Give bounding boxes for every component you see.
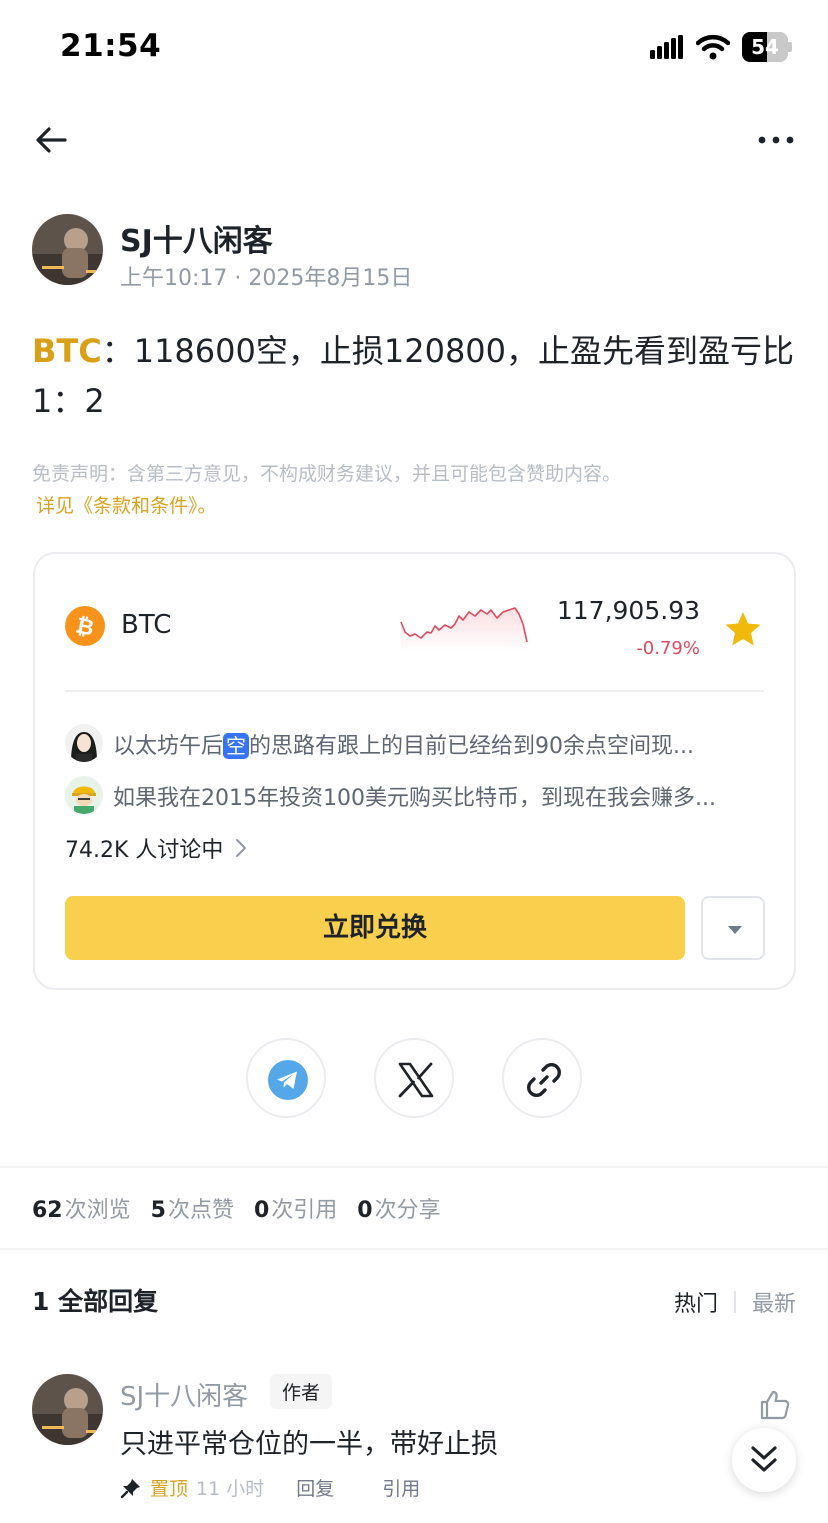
- telegram-icon: [268, 1060, 308, 1100]
- more-options-icon[interactable]: [756, 120, 796, 160]
- topic-tag[interactable]: 空: [223, 733, 250, 759]
- card-divider: [65, 690, 764, 692]
- pin-icon: [120, 1478, 140, 1498]
- discussion-count: 74.2K 人讨论中: [65, 838, 224, 863]
- wifi-icon: [696, 34, 730, 60]
- author-avatar[interactable]: [32, 214, 103, 285]
- back-arrow-icon[interactable]: [32, 120, 72, 160]
- coin-comment-text-1: 以太坊午后空的思路有跟上的目前已经给到90余点空间现...: [113, 733, 694, 759]
- post-stats: 62次浏览 5次点赞 0次引用 0次分享: [32, 1192, 441, 1224]
- quotes-stat: 0次引用: [253, 1198, 338, 1223]
- price-change: -0.79%: [636, 638, 700, 659]
- copy-link-button[interactable]: [502, 1038, 582, 1118]
- commenter-avatar-1: [65, 724, 103, 762]
- reply-time: 11 小时: [196, 1478, 265, 1500]
- share-x-button[interactable]: [374, 1038, 454, 1118]
- sort-hot-tab[interactable]: 热门: [674, 1286, 718, 1318]
- coin-comment-2[interactable]: 如果我在2015年投资100美元购买比特币，到现在我会赚多...: [65, 776, 765, 816]
- cashtag-btc[interactable]: BTC: [32, 332, 102, 370]
- coin-symbol: BTC: [121, 610, 172, 640]
- share-telegram-button[interactable]: [246, 1038, 326, 1118]
- terms-link[interactable]: 详见《条款和条件》。: [32, 490, 796, 522]
- coin-comment-1[interactable]: 以太坊午后空的思路有跟上的目前已经给到90余点空间现...: [65, 724, 765, 764]
- top-nav: [0, 110, 828, 170]
- post-time: 上午10:17: [120, 266, 228, 291]
- chevron-right-icon: [236, 839, 247, 857]
- price-sparkline: [400, 607, 528, 652]
- x-logo-icon: [398, 1062, 434, 1098]
- sort-separator: [733, 1291, 736, 1313]
- post-date: 2025年8月15日: [248, 266, 413, 291]
- discussion-link[interactable]: 74.2K 人讨论中: [65, 832, 247, 864]
- scroll-down-button[interactable]: [732, 1428, 796, 1492]
- star-icon[interactable]: [724, 610, 762, 648]
- views-stat: 62次浏览: [32, 1198, 131, 1223]
- post-author: SJ十八闲客 上午10:17 · 2025年8月15日: [32, 214, 792, 291]
- reply-text: 只进平常仓位的一半，带好止损: [120, 1429, 498, 1460]
- post-timestamp: 上午10:17 · 2025年8月15日: [120, 260, 412, 292]
- reply-sort: 热门 最新: [674, 1286, 796, 1318]
- battery-icon: 54: [742, 32, 792, 62]
- thumbs-up-icon[interactable]: [758, 1388, 792, 1422]
- meta-separator: ·: [234, 266, 249, 291]
- coin-price: 117,905.93: [556, 596, 700, 625]
- battery-level: 54: [751, 35, 779, 59]
- quote-button[interactable]: 引用: [382, 1474, 420, 1501]
- shares-stat: 0次分享: [357, 1198, 441, 1223]
- cellular-signal-icon: [650, 35, 683, 59]
- commenter-avatar-2: [65, 776, 103, 814]
- link-icon: [527, 1063, 561, 1097]
- reply-item: SJ十八闲客 作者 只进平常仓位的一半，带好止损 置顶 11 小时 回复 引用: [32, 1374, 796, 1514]
- reply-button[interactable]: 回复: [296, 1474, 334, 1501]
- author-badge: 作者: [270, 1374, 333, 1409]
- status-time: 21:54: [60, 28, 162, 64]
- caret-down-icon: [728, 926, 742, 934]
- disclaimer: 免责声明：含第三方意见，不构成财务建议，并且可能包含赞助内容。 详见《条款和条件…: [32, 458, 796, 522]
- post-text: ：118600空，止损120800，止盈先看到盈亏比1：2: [32, 332, 795, 420]
- section-divider: [0, 1248, 828, 1250]
- author-name[interactable]: SJ十八闲客: [120, 216, 273, 260]
- reply-avatar[interactable]: [32, 1374, 103, 1445]
- status-bar: 21:54 54: [0, 0, 828, 100]
- reply-author-name[interactable]: SJ十八闲客: [120, 1376, 248, 1413]
- pinned-label: 置顶: [150, 1478, 189, 1500]
- section-divider: [0, 1166, 828, 1168]
- coin-comment-text-2: 如果我在2015年投资100美元购买比特币，到现在我会赚多...: [113, 786, 716, 811]
- convert-now-button[interactable]: 立即兑换: [65, 896, 685, 960]
- trade-options-dropdown[interactable]: [701, 896, 765, 960]
- double-chevron-down-icon: [751, 1446, 777, 1472]
- sort-newest-tab[interactable]: 最新: [752, 1286, 796, 1318]
- bitcoin-icon: ₿: [65, 606, 105, 646]
- disclaimer-text: 免责声明：含第三方意见，不构成财务建议，并且可能包含赞助内容。: [32, 463, 622, 485]
- replies-title: 1 全部回复: [32, 1287, 159, 1316]
- status-icons: 54: [650, 32, 792, 62]
- coin-card[interactable]: ₿ BTC 117,905.93 -0.79% 以太坊午后空的思路有跟上的目前已…: [33, 552, 796, 990]
- reply-meta: 置顶 11 小时 回复 引用: [120, 1474, 460, 1501]
- likes-stat: 5次点赞: [150, 1198, 234, 1223]
- post-content: BTC：118600空，止损120800，止盈先看到盈亏比1：2: [32, 326, 796, 426]
